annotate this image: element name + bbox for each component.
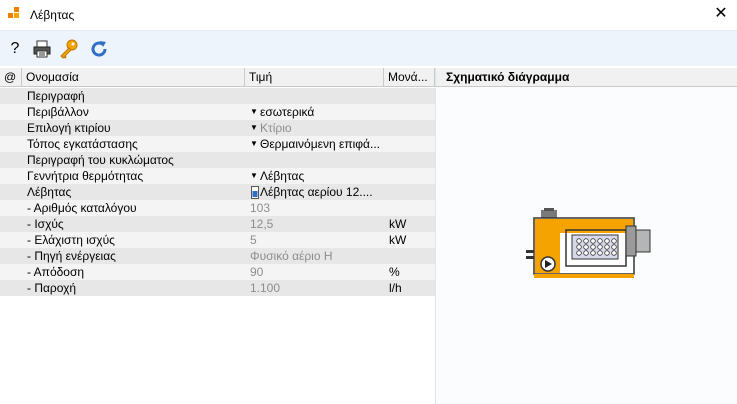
property-value[interactable]: Λέβητας αερίου 12.... — [260, 184, 394, 200]
boiler-diagram — [526, 208, 651, 278]
property-name: - Ισχύς — [27, 217, 64, 231]
property-unit: kW — [389, 233, 407, 247]
property-unit: % — [389, 265, 400, 279]
property-name: - Παροχή — [27, 281, 77, 295]
table-row[interactable]: Επιλογή κτιρίου ▼ Κτίριο — [0, 120, 435, 136]
property-name: Γεννήτρια θερμότητας — [27, 169, 144, 183]
dropdown-arrow-icon[interactable]: ▼ — [250, 120, 260, 136]
header-unit[interactable]: Μονά... — [384, 68, 435, 87]
key-icon[interactable] — [59, 39, 79, 59]
header-name[interactable]: Ονομασία — [22, 68, 245, 87]
table-row[interactable]: Περιβάλλον ▼ εσωτερικά — [0, 104, 435, 120]
property-name: - Πηγή ενέργειας — [27, 249, 116, 263]
property-name: Τόπος εγκατάστασης — [27, 137, 138, 151]
property-name: - Απόδοση — [27, 265, 85, 279]
property-value: 103 — [250, 201, 271, 215]
title-bar: Λέβητας ✕ — [0, 0, 737, 30]
property-name: Λέβητας — [27, 185, 72, 199]
property-name: Επιλογή κτιρίου — [27, 121, 111, 135]
toolbar: ? — [0, 30, 737, 66]
schematic-title: Σχηματικό διάγραμμα — [436, 68, 737, 87]
table-row[interactable]: - Ισχύς 12,5 kW — [0, 216, 435, 232]
window-title: Λέβητας — [30, 8, 75, 22]
help-button[interactable]: ? — [5, 39, 25, 59]
property-value: Κτίριο — [260, 121, 292, 135]
property-name: - Ελάχιστη ισχύς — [27, 233, 115, 247]
print-icon[interactable] — [32, 39, 52, 59]
table-row[interactable]: - Αριθμός καταλόγου 103 — [0, 200, 435, 216]
properties-grid: @ Ονομασία Τιμή Μονά... Περιγραφή Περιβάλ… — [0, 68, 435, 404]
dropdown-arrow-icon[interactable]: ▼ — [250, 104, 260, 120]
table-row[interactable]: - Παροχή 1.100 l/h — [0, 280, 435, 296]
dropdown-arrow-icon[interactable]: ▼ — [250, 168, 260, 184]
property-value: 90 — [250, 265, 264, 279]
property-name: Περιγραφή — [27, 89, 85, 103]
property-value[interactable]: Θερμαινόμενη επιφά... — [260, 136, 394, 152]
property-value: 1.100 — [250, 281, 281, 295]
table-row[interactable]: Περιγραφή του κυκλώματος — [0, 152, 435, 168]
table-row[interactable]: Περιγραφή — [0, 88, 435, 104]
table-row[interactable]: Λέβητας Λέβητας αερίου 12.... — [0, 184, 435, 200]
table-row[interactable]: - Απόδοση 90% — [0, 264, 435, 280]
property-value[interactable]: εσωτερικά — [260, 104, 394, 120]
property-name: Περιβάλλον — [27, 105, 89, 119]
table-row[interactable]: - Ελάχιστη ισχύς 5 kW — [0, 232, 435, 248]
property-name: - Αριθμός καταλόγου — [27, 201, 137, 215]
grid-header: @ Ονομασία Τιμή Μονά... — [0, 68, 435, 87]
property-value[interactable]: Λέβητας — [260, 168, 394, 184]
dropdown-arrow-icon[interactable]: ▼ — [250, 136, 260, 152]
app-logo-icon — [8, 7, 19, 18]
refresh-icon[interactable] — [89, 39, 109, 59]
schematic-panel: Σχηματικό διάγραμμα — [435, 68, 737, 404]
device-icon — [251, 186, 259, 199]
property-value: 5 — [250, 233, 257, 247]
property-unit: kW — [389, 217, 407, 231]
table-row[interactable]: Γεννήτρια θερμότητας ▼ Λέβητας — [0, 168, 435, 184]
property-unit: l/h — [389, 281, 402, 295]
property-value: Φυσικό αέριο Η — [250, 249, 333, 263]
property-name: Περιγραφή του κυκλώματος — [27, 153, 174, 167]
table-row[interactable]: Τόπος εγκατάστασης ▼ Θερμαινόμενη επιφά... — [0, 136, 435, 152]
header-at[interactable]: @ — [0, 68, 22, 87]
header-value[interactable]: Τιμή — [245, 68, 384, 87]
table-row[interactable]: - Πηγή ενέργειας Φυσικό αέριο Η — [0, 248, 435, 264]
close-icon[interactable]: ✕ — [712, 5, 730, 23]
property-value: 12,5 — [250, 217, 274, 231]
